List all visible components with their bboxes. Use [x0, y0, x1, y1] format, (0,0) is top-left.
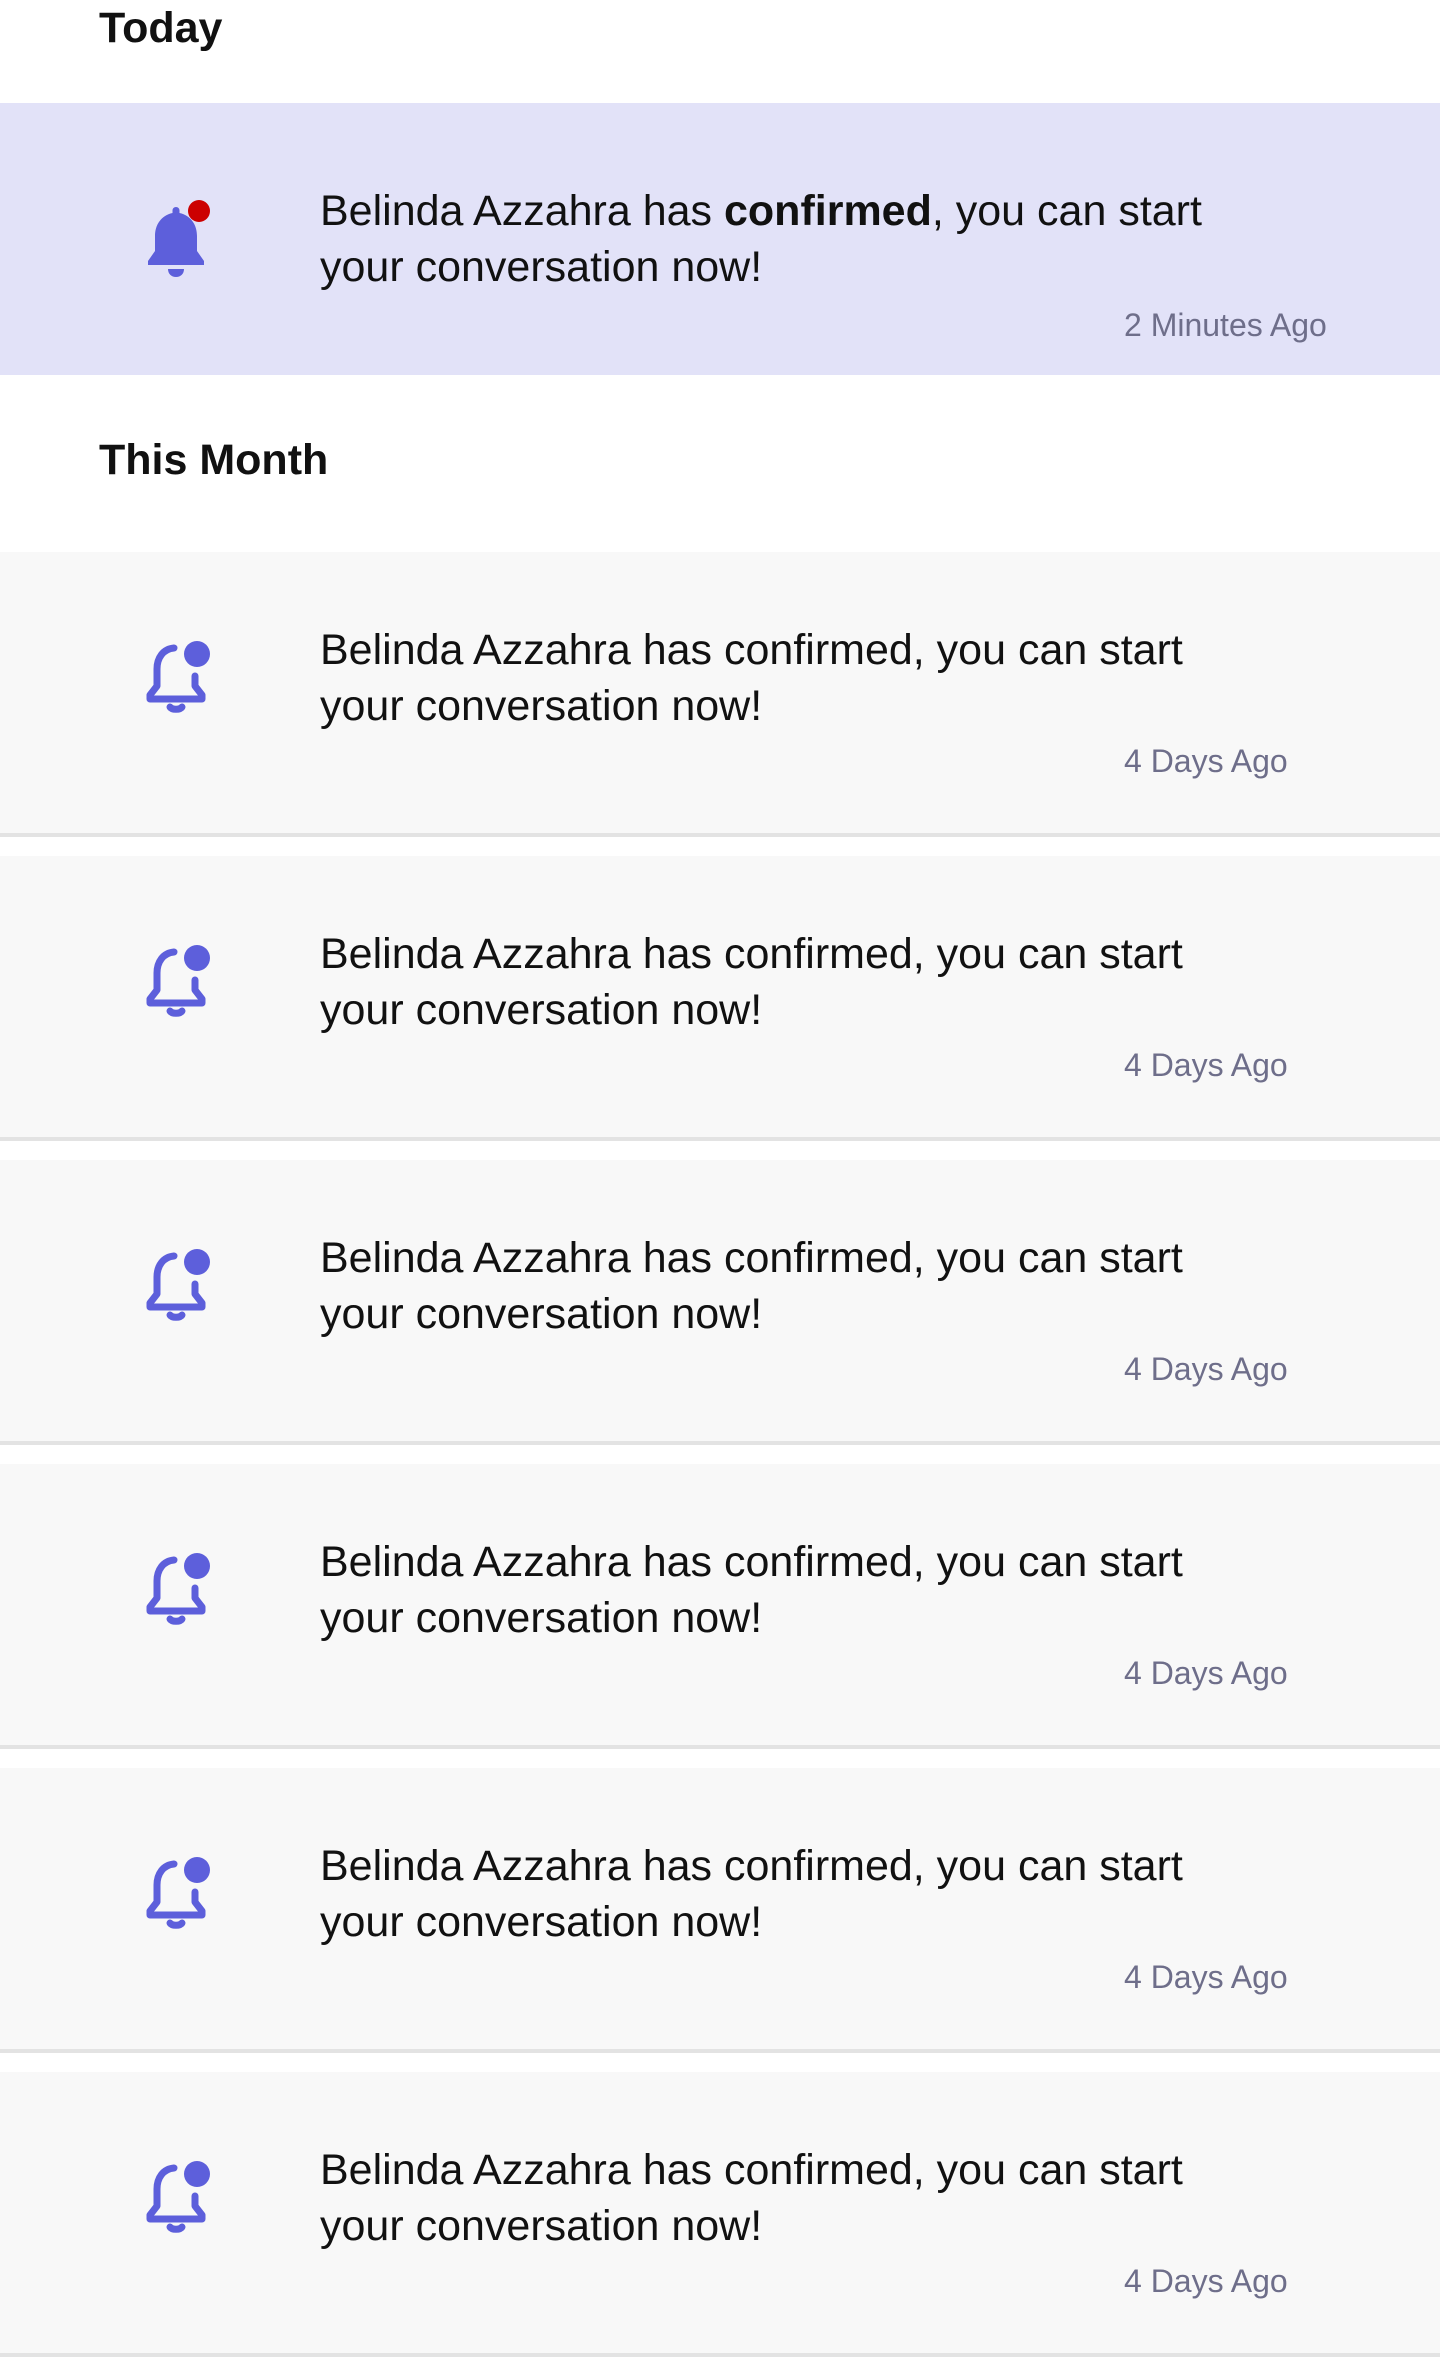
notification-message: Belinda Azzahra has confirmed, you can s…: [320, 1538, 1183, 1642]
bell-outline-with-dot-icon: [134, 2154, 218, 2238]
notification-timestamp: 4 Days Ago: [1124, 1351, 1288, 1387]
notification-item[interactable]: Belinda Azzahra has confirmed, you can s…: [0, 1768, 1440, 2053]
bell-outline-with-dot-icon: [134, 634, 218, 718]
notification-message: Belinda Azzahra has confirmed, you can s…: [320, 1234, 1183, 1338]
notification-item[interactable]: Belinda Azzahra has confirmed, you can s…: [0, 1160, 1440, 1445]
notification-message: Belinda Azzahra has confirmed, you can s…: [320, 626, 1183, 730]
notification-item-unread[interactable]: Belinda Azzahra has confirmed, you can s…: [0, 103, 1440, 375]
bell-outline-with-dot-icon: [134, 938, 218, 1022]
notification-item[interactable]: Belinda Azzahra has confirmed, you can s…: [0, 2072, 1440, 2357]
notification-timestamp: 4 Days Ago: [1124, 1655, 1288, 1691]
notification-timestamp: 4 Days Ago: [1124, 743, 1288, 779]
notification-item[interactable]: Belinda Azzahra has confirmed, you can s…: [0, 552, 1440, 837]
notification-timestamp: 4 Days Ago: [1124, 2263, 1288, 2299]
notification-item[interactable]: Belinda Azzahra has confirmed, you can s…: [0, 856, 1440, 1141]
notification-item[interactable]: Belinda Azzahra has confirmed, you can s…: [0, 1464, 1440, 1749]
section-heading-this-month: This Month: [99, 436, 329, 484]
notification-timestamp: 2 Minutes Ago: [1124, 307, 1327, 343]
bell-filled-with-red-dot-icon: [134, 199, 218, 283]
section-heading-today: Today: [99, 4, 223, 52]
notification-message: Belinda Azzahra has confirmed, you can s…: [320, 1842, 1183, 1946]
bell-outline-with-dot-icon: [134, 1850, 218, 1934]
notification-message: Belinda Azzahra has confirmed, you can s…: [320, 2146, 1183, 2250]
notification-timestamp: 4 Days Ago: [1124, 1959, 1288, 1995]
notification-message: Belinda Azzahra has confirmed, you can s…: [320, 187, 1202, 291]
notification-timestamp: 4 Days Ago: [1124, 1047, 1288, 1083]
status-emphasis: confirmed: [724, 187, 932, 235]
notification-message: Belinda Azzahra has confirmed, you can s…: [320, 930, 1183, 1034]
bell-outline-with-dot-icon: [134, 1242, 218, 1326]
bell-outline-with-dot-icon: [134, 1546, 218, 1630]
